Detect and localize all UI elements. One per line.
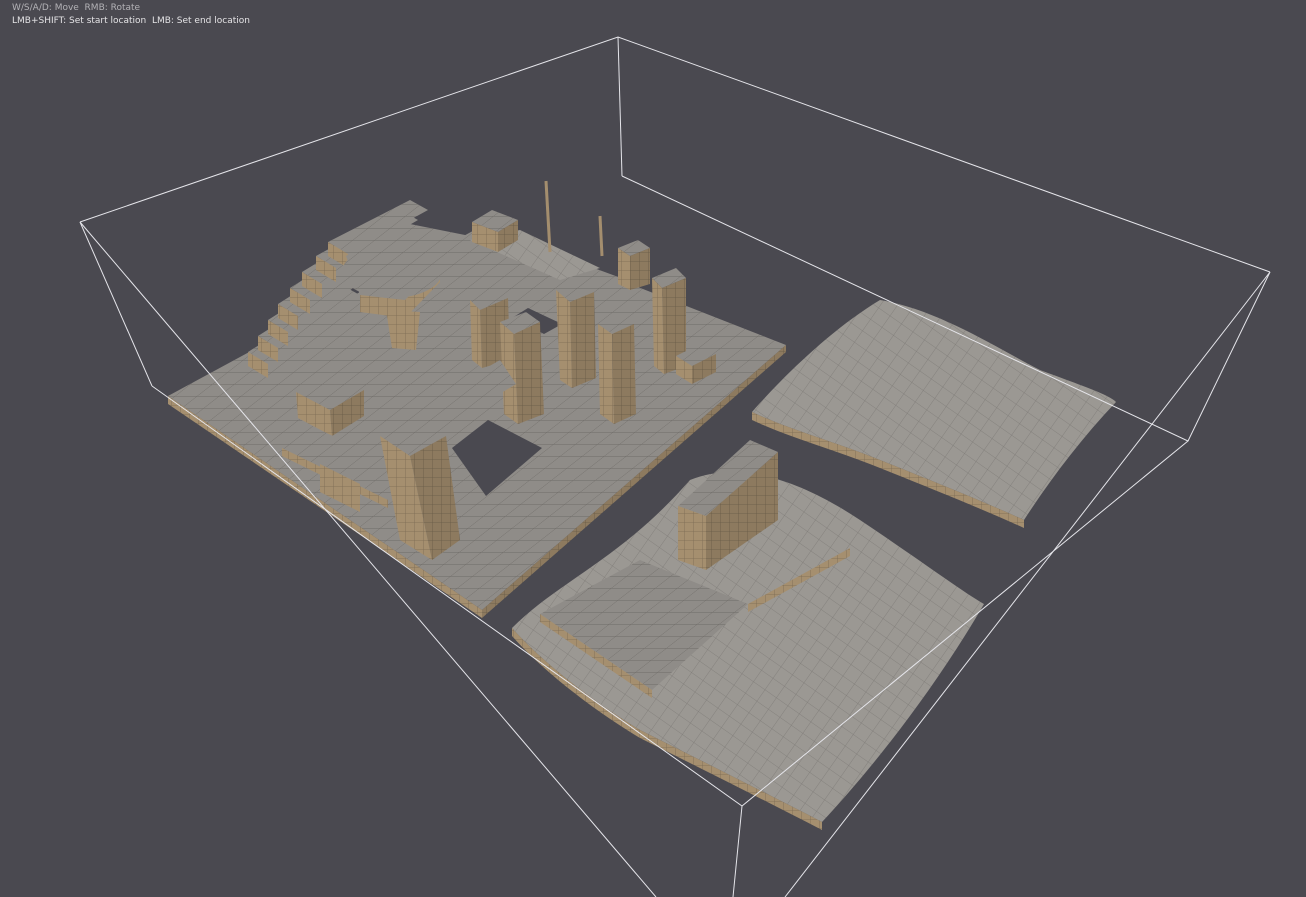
3d-viewport[interactable] — [0, 0, 1306, 897]
location-controls-hint: LMB+SHIFT: Set start location LMB: Set e… — [12, 16, 250, 26]
move-controls-hint: W/S/A/D: Move RMB: Rotate — [12, 3, 141, 13]
